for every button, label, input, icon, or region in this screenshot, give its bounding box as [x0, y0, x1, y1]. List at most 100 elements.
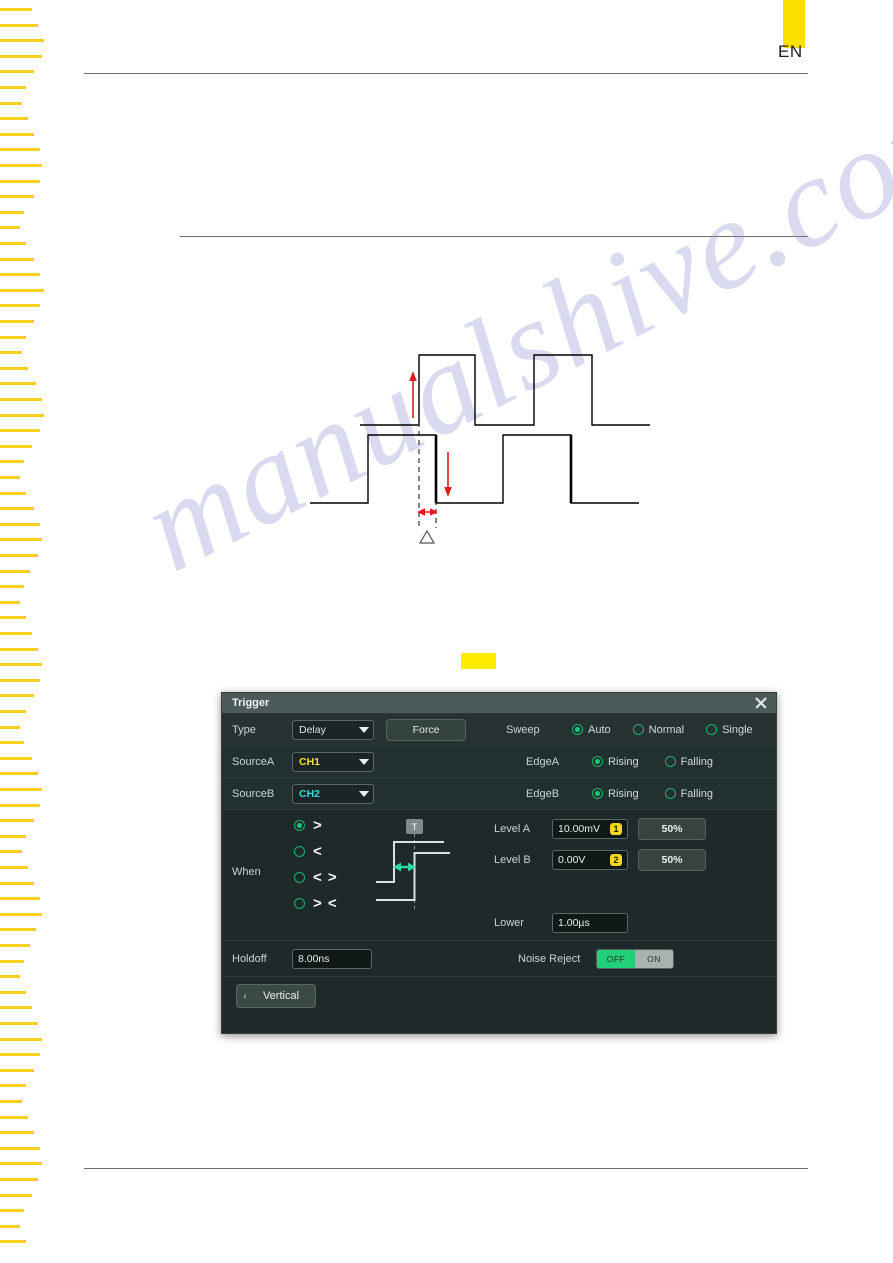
- radio-icon: [592, 756, 603, 767]
- delay-trigger-waveform-figure: [300, 340, 740, 560]
- sweep-option-auto-label: Auto: [588, 723, 611, 736]
- radio-icon: [632, 724, 644, 735]
- type-dropdown[interactable]: Delay: [292, 719, 374, 740]
- sweep-option-auto[interactable]: Auto: [572, 724, 611, 736]
- radio-icon: [706, 724, 718, 735]
- trigger-dialog: Trigger Type Delay Force Sweep Auto Norm…: [221, 692, 777, 1034]
- sweep-option-single-label: Single: [722, 723, 753, 736]
- edge-b-option-rising[interactable]: Rising: [592, 788, 639, 800]
- when-illustration: T: [372, 816, 476, 927]
- when-option-less-symbol: <: [313, 843, 323, 860]
- row-source-a: SourceA CH1 EdgeA Rising Falling: [222, 746, 776, 778]
- level-b-percent-button[interactable]: 50%: [638, 849, 706, 871]
- falling-edge-arrow: [444, 452, 452, 497]
- edge-a-option-falling[interactable]: Falling: [664, 755, 713, 768]
- row-when-levels: When > < < > > < T Level A 10.00mV 1 50%…: [222, 810, 776, 941]
- source-a-dropdown-value: CH1: [299, 755, 321, 768]
- vertical-back-label: Vertical: [262, 990, 300, 1002]
- level-a-input[interactable]: 10.00mV 1: [552, 819, 628, 839]
- when-option-greater-symbol: >: [313, 817, 323, 834]
- when-option-outside-symbol: > <: [313, 895, 338, 912]
- type-label: Type: [232, 723, 256, 736]
- section-rule: [180, 236, 808, 237]
- edge-a-option-falling-label: Falling: [680, 755, 713, 768]
- when-illustration-svg: T: [376, 819, 450, 910]
- noise-reject-on[interactable]: ON: [635, 949, 673, 968]
- lower-value: 1.00µs: [558, 917, 590, 929]
- level-b-input[interactable]: 0.00V 2: [552, 850, 628, 870]
- level-b-row: Level B 0.00V 2 50%: [494, 849, 706, 871]
- chevron-down-icon: [359, 726, 369, 733]
- waveform-svg: [310, 354, 650, 544]
- highlight-marker: [461, 653, 496, 669]
- page-root: EN manualshive.com Trigger Type Delay Fo…: [0, 0, 893, 1263]
- source-b-dropdown-value: CH2: [299, 787, 321, 800]
- dialog-titlebar: Trigger: [222, 693, 776, 714]
- trigger-delta-marker: [418, 529, 436, 544]
- holdoff-input[interactable]: 8.00ns: [292, 948, 372, 969]
- edge-b-label: EdgeB: [526, 787, 560, 800]
- header-rule: [84, 73, 808, 74]
- radio-icon: [592, 788, 603, 799]
- delay-span-arrow: [417, 508, 438, 516]
- edge-b-option-falling[interactable]: Falling: [664, 787, 713, 800]
- lower-row: Lower 1.00µs: [494, 913, 628, 933]
- edge-a-option-rising[interactable]: Rising: [592, 756, 639, 768]
- force-button[interactable]: Force: [386, 718, 466, 741]
- radio-icon: [294, 898, 305, 909]
- edge-b-option-falling-label: Falling: [680, 787, 713, 800]
- sweep-option-normal-label: Normal: [648, 723, 685, 736]
- close-icon[interactable]: [752, 694, 770, 712]
- when-section: When > < < > > < T: [222, 810, 482, 940]
- source-b-dropdown[interactable]: CH2: [292, 783, 374, 804]
- source-b-trace: [310, 434, 639, 504]
- noise-reject-label: Noise Reject: [518, 952, 581, 965]
- when-option-inside-symbol: < >: [313, 869, 338, 886]
- dialog-title: Trigger: [232, 697, 270, 709]
- when-options: > < < > > <: [294, 818, 338, 911]
- type-dropdown-value: Delay: [299, 723, 326, 736]
- source-b-label: SourceB: [232, 787, 275, 800]
- chevron-down-icon: [359, 790, 369, 797]
- interval-arrow: [393, 862, 416, 872]
- holdoff-value: 8.00ns: [298, 952, 330, 965]
- holdoff-label: Holdoff: [232, 952, 267, 965]
- source-a-trace: [360, 354, 650, 426]
- sweep-label: Sweep: [506, 723, 540, 736]
- sweep-option-normal[interactable]: Normal: [632, 723, 685, 736]
- level-a-badge: 1: [610, 823, 622, 835]
- footer-rule: [84, 1168, 808, 1169]
- noise-reject-toggle[interactable]: OFF ON: [596, 948, 674, 969]
- edge-a-label: EdgeA: [526, 755, 560, 768]
- source-a-dropdown[interactable]: CH1: [292, 751, 374, 772]
- level-a-row: Level A 10.00mV 1 50%: [494, 818, 706, 840]
- level-b-label: Level B: [494, 854, 531, 866]
- margin-index-ticks: [0, 0, 46, 1263]
- levels-section: Level A 10.00mV 1 50% Level B 0.00V 2 50…: [482, 810, 776, 940]
- edge-a-option-rising-label: Rising: [608, 755, 639, 768]
- row-type: Type Delay Force Sweep Auto Normal Singl…: [222, 714, 776, 746]
- row-holdoff: Holdoff 8.00ns Noise Reject OFF ON: [222, 941, 776, 977]
- language-tab-marker: [783, 0, 805, 48]
- level-a-percent-button[interactable]: 50%: [638, 818, 706, 840]
- when-option-less[interactable]: <: [294, 844, 338, 859]
- edge-b-option-rising-label: Rising: [608, 787, 639, 800]
- language-tab-label: EN: [778, 42, 803, 61]
- chevron-left-icon: ‹: [243, 990, 247, 1002]
- source-a-label: SourceA: [232, 755, 275, 768]
- lower-label: Lower: [494, 917, 524, 929]
- level-a-label: Level A: [494, 823, 531, 835]
- vertical-back-button[interactable]: ‹ Vertical: [236, 984, 316, 1008]
- radio-icon: [294, 820, 305, 831]
- row-source-b: SourceB CH2 EdgeB Rising Falling: [222, 778, 776, 810]
- when-option-greater[interactable]: >: [294, 818, 338, 833]
- lower-input[interactable]: 1.00µs: [552, 913, 628, 933]
- when-option-inside[interactable]: < >: [294, 870, 338, 885]
- when-option-outside[interactable]: > <: [294, 896, 338, 911]
- sweep-option-single[interactable]: Single: [706, 724, 753, 736]
- chevron-down-icon: [359, 758, 369, 765]
- noise-reject-off[interactable]: OFF: [597, 949, 635, 968]
- level-a-value: 10.00mV: [558, 823, 601, 835]
- when-label: When: [232, 866, 261, 878]
- radio-icon: [664, 756, 676, 767]
